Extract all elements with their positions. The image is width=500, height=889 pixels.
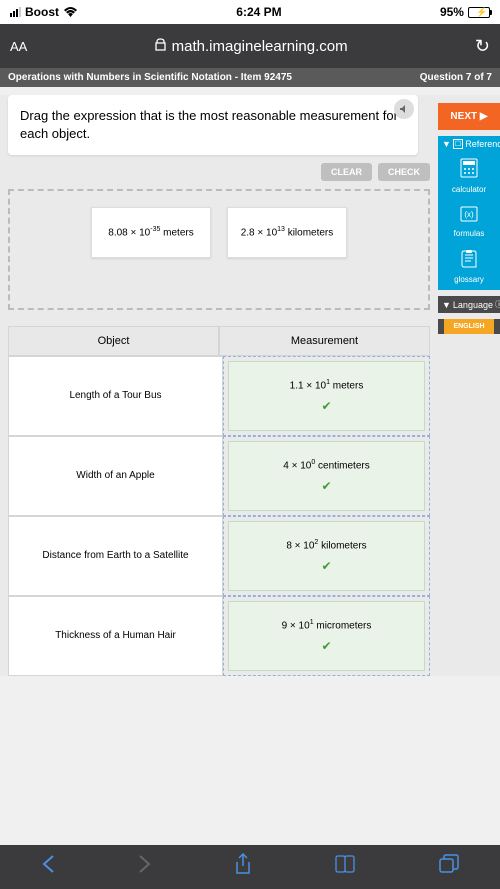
next-button[interactable]: NEXT ▶ — [438, 103, 500, 130]
calculator-icon — [440, 158, 498, 183]
object-label: Length of a Tour Bus — [8, 356, 223, 436]
audio-button[interactable] — [394, 99, 414, 119]
question-prompt: Drag the expression that is the most rea… — [20, 108, 398, 141]
drag-pool: 8.08 × 10-35 meters 2.8 × 1013 kilometer… — [8, 189, 430, 309]
signal-icon — [10, 7, 21, 17]
glossary-tool[interactable]: glossary — [438, 244, 500, 290]
object-label: Width of an Apple — [8, 436, 223, 516]
drop-zone[interactable]: 9 × 101 micrometers ✔ — [223, 596, 430, 676]
answer-table: Object Measurement Length of a Tour Bus … — [8, 326, 430, 676]
calculator-tool[interactable]: calculator — [438, 152, 500, 200]
url-text: math.imaginelearning.com — [172, 38, 348, 55]
status-bar: Boost 6:24 PM 95% ⚡ — [0, 0, 500, 24]
check-icon: ✔ — [321, 639, 331, 653]
clear-button[interactable]: CLEAR — [321, 163, 372, 181]
table-row: Width of an Apple 4 × 100 centimeters ✔ — [8, 436, 430, 516]
object-label: Distance from Earth to a Satellite — [8, 516, 223, 596]
drop-zone[interactable]: 4 × 100 centimeters ✔ — [223, 436, 430, 516]
glossary-icon — [440, 250, 498, 273]
time-label: 6:24 PM — [236, 5, 281, 19]
drop-zone[interactable]: 8 × 102 kilometers ✔ — [223, 516, 430, 596]
bookmarks-icon[interactable] — [334, 855, 356, 879]
formulas-icon: (x) — [440, 206, 498, 227]
column-header-measurement: Measurement — [219, 326, 430, 356]
text-size-button[interactable]: AA — [10, 39, 27, 54]
page-header: Operations with Numbers in Scientific No… — [0, 68, 500, 87]
table-row: Length of a Tour Bus 1.1 × 101 meters ✔ — [8, 356, 430, 436]
check-icon: ✔ — [321, 559, 331, 573]
dropped-card[interactable]: 9 × 101 micrometers ✔ — [228, 601, 425, 671]
browser-toolbar — [0, 845, 500, 889]
battery-icon: ⚡ — [468, 7, 490, 18]
column-header-object: Object — [8, 326, 219, 356]
drag-card[interactable]: 8.08 × 10-35 meters — [91, 207, 211, 257]
item-title: Operations with Numbers in Scientific No… — [8, 72, 292, 83]
dropped-card[interactable]: 1.1 × 101 meters ✔ — [228, 361, 425, 431]
english-button[interactable]: ENGLISH — [444, 319, 494, 334]
reload-icon[interactable]: ↻ — [475, 36, 490, 57]
browser-bar: AA math.imaginelearning.com ↻ — [0, 24, 500, 68]
url-area[interactable]: math.imaginelearning.com — [37, 38, 465, 55]
check-button[interactable]: CHECK — [378, 163, 430, 181]
question-progress: Question 7 of 7 — [420, 72, 492, 83]
wifi-icon — [63, 4, 78, 20]
battery-label: 95% — [440, 5, 464, 19]
reference-header[interactable]: ▼ ☐Reference — [438, 136, 500, 152]
formulas-tool[interactable]: (x) formulas — [438, 200, 500, 244]
forward-icon[interactable] — [138, 854, 152, 880]
check-icon: ✔ — [321, 479, 331, 493]
tabs-icon[interactable] — [439, 854, 459, 880]
lock-icon — [155, 38, 166, 54]
svg-text:(x): (x) — [464, 210, 474, 219]
share-icon[interactable] — [234, 853, 252, 881]
drop-zone[interactable]: 1.1 × 101 meters ✔ — [223, 356, 430, 436]
carrier-label: Boost — [25, 5, 59, 19]
question-card: Drag the expression that is the most rea… — [8, 95, 418, 155]
check-icon: ✔ — [321, 399, 331, 413]
table-row: Distance from Earth to a Satellite 8 × 1… — [8, 516, 430, 596]
table-row: Thickness of a Human Hair 9 × 101 microm… — [8, 596, 430, 676]
drag-card[interactable]: 2.8 × 1013 kilometers — [227, 207, 347, 257]
dropped-card[interactable]: 8 × 102 kilometers ✔ — [228, 521, 425, 591]
object-label: Thickness of a Human Hair — [8, 596, 223, 676]
dropped-card[interactable]: 4 × 100 centimeters ✔ — [228, 441, 425, 511]
back-icon[interactable] — [41, 854, 55, 880]
language-header[interactable]: ▼ Language ⓘ — [438, 296, 500, 313]
